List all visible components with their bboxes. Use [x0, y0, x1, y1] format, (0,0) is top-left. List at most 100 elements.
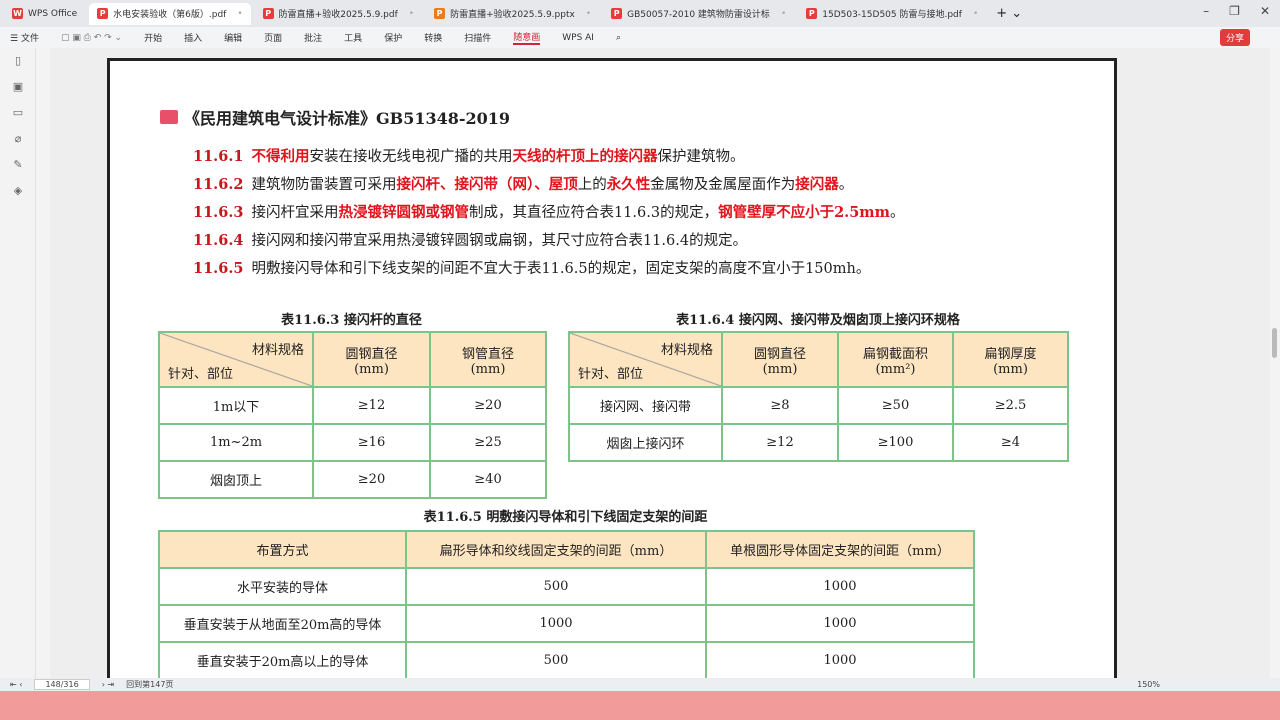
sign-icon[interactable]: ✎ [0, 152, 36, 178]
table-header-row: 材料规格 针对、部位 圆钢直径 (mm) 钢管直径 (mm) [158, 331, 547, 388]
table-cell: ≥2.5 [952, 386, 1069, 425]
table-cell: ≥12 [312, 386, 431, 425]
table-cell: 水平安装的导体 [158, 567, 407, 606]
header-cell: 扁钢厚度 (mm) [952, 331, 1069, 388]
clause-11.6.5: 11.6.5 明敷接闪导体和引下线支架的间距不宜大于表11.6.5的规定，固定支架… [193, 257, 870, 278]
search-icon[interactable]: ⌕ [616, 33, 621, 43]
restore-icon[interactable]: ❐ [1229, 4, 1240, 18]
table-caption: 表11.6.5 明敷接闪导体和引下线固定支架的间距 [423, 510, 708, 525]
close-icon[interactable]: ✕ [1260, 4, 1270, 18]
tab-close-icon[interactable]: • [973, 9, 978, 19]
header-cell: 钢管直径 (mm) [429, 331, 547, 388]
header-label: 针对、部位 [578, 367, 644, 382]
table-cell: ≥12 [721, 423, 839, 462]
menu-item[interactable]: 开始 [144, 31, 162, 44]
bookmark-icon[interactable]: ▯ [0, 48, 36, 74]
table-header-row: 布置方式 扁形导体和绞线固定支架的间距（mm） 单根圆形导体固定支架的间距（mm） [158, 530, 975, 569]
bottom-band [0, 691, 1280, 720]
header-cell: 布置方式 [158, 530, 407, 569]
clause-number: 11.6.2 [193, 176, 244, 193]
menu-item[interactable]: 随意画 [513, 30, 541, 45]
tab-5[interactable]: P 15D503-15D505 防雷与接地.pdf • [798, 3, 986, 25]
menu-file[interactable]: ☰ 文件 [10, 31, 39, 44]
new-tab-button[interactable]: + ⌄ [996, 6, 1022, 21]
table-cell: 1000 [405, 604, 707, 643]
tab-close-icon[interactable]: • [781, 9, 786, 19]
table-cell: ≥4 [952, 423, 1069, 462]
menu-item[interactable]: 保护 [384, 31, 402, 44]
tab-close-icon[interactable]: • [586, 9, 591, 19]
clause-text: 上的 [577, 177, 607, 193]
clause-text: 安装在接收无线电视广播的共用 [309, 149, 513, 165]
table-cell: 1000 [705, 567, 975, 606]
thumbnail-icon[interactable]: ▣ [0, 74, 36, 100]
share-button[interactable]: 分享 [1219, 29, 1250, 46]
minimize-icon[interactable]: – [1203, 4, 1209, 18]
menu-item[interactable]: 编辑 [224, 31, 242, 44]
header-cell: 圆钢直径 (mm) [721, 331, 839, 388]
clause-text: 金属物及金属屋面作为 [650, 177, 796, 193]
table-cell: ≥25 [429, 423, 547, 462]
next-page-button[interactable]: › ⇥ [102, 680, 114, 689]
table-header-row: 材料规格 针对、部位 圆钢直径 (mm) 扁钢截面积 (mm²) 扁钢厚度 (mm) [568, 331, 1069, 388]
status-bar: ⇤ ‹ 148/316 › ⇥ 回到第147页 150% [0, 678, 1280, 691]
tab-bar: W WPS Office P 水电安装验收（第6版）.pdf • P 防雷直播+验收2025… [0, 0, 1280, 27]
menu-item[interactable]: 工具 [344, 31, 362, 44]
page-input[interactable]: 148/316 [34, 679, 90, 690]
highlight-text: 永久性 [606, 176, 651, 193]
table-cell: ≥20 [312, 460, 431, 499]
menu-item[interactable]: 扫描件 [464, 31, 491, 44]
clause-text: 。 [890, 205, 905, 221]
clause-number: 11.6.4 [193, 232, 244, 249]
table-cell: ≥100 [837, 423, 954, 462]
header-label: 针对、部位 [168, 367, 234, 382]
menu-item[interactable]: 转换 [424, 31, 442, 44]
highlight-text: 天线的杆顶上的接闪器 [512, 148, 658, 165]
tab-label: WPS Office [28, 8, 78, 19]
menu-item[interactable]: 页面 [264, 31, 282, 44]
vertical-scrollbar[interactable] [1270, 48, 1280, 678]
table-cell: 1m以下 [158, 386, 314, 425]
quick-tools[interactable]: ▢ ▣ ⎙ ↶ ↷ ⌄ [61, 33, 122, 43]
table-row: 垂直安装于从地面至20m高的导体 1000 1000 [158, 604, 975, 643]
tab-3[interactable]: P 防雷直播+验收2025.5.9.pptx • [426, 3, 599, 25]
diagonal-header-cell: 材料规格 针对、部位 [158, 331, 314, 388]
layers-icon[interactable]: ◈ [0, 178, 36, 204]
table-cell: 垂直安装于20m高以上的导体 [158, 641, 407, 678]
attachment-icon[interactable]: ⌀ [0, 126, 36, 152]
tab-label: 防雷直播+验收2025.5.9.pptx [450, 10, 575, 20]
tab-close-icon[interactable]: • [237, 9, 242, 19]
table-cell: ≥8 [721, 386, 839, 425]
pdf-icon: P [262, 8, 274, 19]
clause-number: 11.6.1 [193, 148, 244, 165]
table-cell: 烟囱上接闪环 [568, 423, 723, 462]
table-row: 烟囱上接闪环 ≥12 ≥100 ≥4 [568, 423, 1069, 462]
zoom-level[interactable]: 150% [1137, 680, 1160, 689]
tab-0[interactable]: W WPS Office [4, 3, 85, 25]
comment-icon[interactable]: ▭ [0, 100, 36, 126]
menu-item[interactable]: WPS AI [562, 33, 594, 43]
wps-icon: W [12, 8, 23, 19]
table-row: 接闪网、接闪带 ≥8 ≥50 ≥2.5 [568, 386, 1069, 425]
tab-close-icon[interactable]: • [409, 9, 414, 19]
highlight-text: 不得利用 [251, 148, 310, 165]
table-cell: 1m~2m [158, 423, 314, 462]
menu-item[interactable]: 批注 [304, 31, 322, 44]
menu-item[interactable]: 插入 [184, 31, 202, 44]
tab-1[interactable]: P 水电安装验收（第6版）.pdf • [89, 2, 251, 25]
pdf-icon: P [611, 8, 623, 19]
table-cell: 垂直安装于从地面至20m高的导体 [158, 604, 407, 643]
table-cell: 烟囱顶上 [158, 460, 314, 499]
clause-text: 制成，其直径应符合表11.6.3的规定， [468, 205, 719, 221]
first-page-button[interactable]: ⇤ ‹ [10, 680, 22, 689]
table-cell: 1000 [705, 641, 975, 678]
document-view[interactable]: 《民用建筑电气设计标准》GB51348-2019 11.6.1 不得利用安装在接收… [50, 48, 1270, 678]
clause-text: 明敷接闪导体和引下线支架的间距不宜大于表11.6.5的规定，固定支架的高度不宜小… [251, 261, 871, 277]
tab-2[interactable]: P 防雷直播+验收2025.5.9.pdf • [255, 3, 422, 25]
tab-4[interactable]: P GB50057-2010 建筑物防雷设计标 • [603, 3, 794, 25]
header-cell: 圆钢直径 (mm) [312, 331, 431, 388]
header-cell: 扁钢截面积 (mm²) [837, 331, 954, 388]
table-cell: 1000 [705, 604, 975, 643]
highlight-text: 接闪器 [795, 176, 839, 193]
back-to-page-link[interactable]: 回到第147页 [126, 679, 173, 690]
